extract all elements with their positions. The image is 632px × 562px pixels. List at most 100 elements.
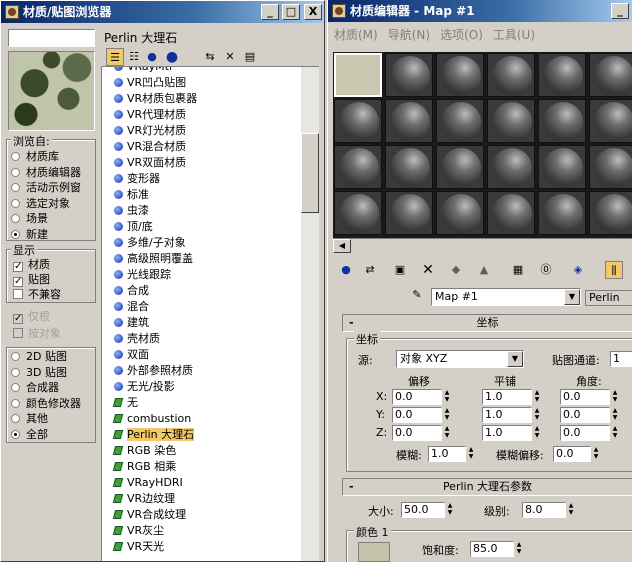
scroll-left-icon[interactable]: ◀ [333,239,351,253]
pick-material-icon[interactable]: ✎ [408,286,426,304]
sample-slot[interactable] [334,53,382,97]
perlin-rollout-header[interactable]: - Perlin 大理石参数 [342,478,632,496]
blur-offset-spinner-icon[interactable]: ▲ ▼ [591,446,601,462]
spinner-icon[interactable]: ▲ ▼ [532,389,542,405]
left-title-bar[interactable]: 材质/贴图浏览器 _ □ X [1,1,324,23]
spinner-icon[interactable]: ▲ ▼ [532,407,542,423]
offset-input[interactable]: 0.0 [392,389,442,405]
source-dropdown[interactable]: 对象 XYZ ▼ [396,350,524,368]
list-item[interactable]: RGB 染色 [112,443,176,459]
list-item[interactable]: VR凹凸贴图 [114,75,186,91]
blur-offset-input[interactable]: 0.0 [553,446,591,462]
small-icons-icon[interactable]: ● [143,48,161,66]
offset-input[interactable]: 0.0 [392,425,442,441]
show-option[interactable]: ✓ 贴图 [13,272,50,288]
assign-material-icon[interactable]: ▣ [391,261,409,279]
get-material-icon[interactable]: ● [337,261,355,279]
delete-icon[interactable]: ✕ [221,48,239,66]
browse-from-option[interactable]: 材质编辑器 [11,165,81,181]
list-item[interactable]: VR混合材质 [114,139,186,155]
list-item[interactable]: VR合成纹理 [112,507,186,523]
menu-item[interactable]: 导航(N) [388,28,430,42]
put-to-scene-icon[interactable]: ⇄ [361,261,379,279]
make-copy-icon[interactable]: ◆ [447,261,465,279]
levels-spinner-icon[interactable]: ▲ ▼ [566,502,576,518]
list-item[interactable]: 虫漆 [114,203,149,219]
minimize-button[interactable]: _ [261,4,279,20]
sample-slot[interactable] [487,191,535,235]
spinner-icon[interactable]: ▲ ▼ [610,407,620,423]
sample-slot[interactable] [334,191,382,235]
sample-slot[interactable] [385,99,433,143]
list-item[interactable]: 变形器 [114,171,160,187]
menu-item[interactable]: 材质(M) [334,28,378,42]
spinner-icon[interactable]: ▲ ▼ [442,407,452,423]
sample-slot[interactable] [538,145,586,189]
sample-slot[interactable] [436,191,484,235]
list-item[interactable]: VR灯光材质 [114,123,186,139]
view-list-icon[interactable]: ☰ [106,48,124,66]
sample-slot[interactable] [385,191,433,235]
sample-slot[interactable] [538,53,586,97]
sample-slot[interactable] [589,191,632,235]
close-button[interactable]: X [304,4,322,20]
list-item[interactable]: 光线跟踪 [114,267,171,283]
tiling-input[interactable]: 1.0 [482,407,532,423]
list-item[interactable]: combustion [112,411,191,427]
reset-map-icon[interactable]: ✕ [419,261,437,279]
list-item[interactable]: VRayHDRI [112,475,183,491]
browse-from-option[interactable]: 场景 [11,211,48,227]
menu-item[interactable]: 工具(U) [493,28,535,42]
clear-icon[interactable]: ▤ [241,48,259,66]
sample-slot[interactable] [589,99,632,143]
show-map-icon[interactable]: ◈ [569,261,587,279]
spinner-icon[interactable]: ▲ ▼ [442,425,452,441]
sample-slot[interactable] [487,53,535,97]
size-input[interactable]: 50.0 [401,502,445,518]
sample-slot[interactable] [589,145,632,189]
sample-slot[interactable] [538,99,586,143]
sample-slot[interactable] [334,145,382,189]
list-item[interactable]: 合成 [114,283,149,299]
list-item[interactable]: 顶/底 [114,219,153,235]
right-title-bar[interactable]: 材质编辑器 - Map #1 _ [328,0,632,22]
sample-slot[interactable] [436,145,484,189]
tiling-input[interactable]: 1.0 [482,389,532,405]
sample-slot[interactable] [487,145,535,189]
make-unique-icon[interactable]: ▲ [475,261,493,279]
list-item[interactable]: 混合 [114,299,149,315]
map-filter-option[interactable]: 其他 [11,411,48,427]
list-item[interactable]: VR天光 [112,539,164,555]
spinner-icon[interactable]: ▲ ▼ [610,389,620,405]
browse-from-option[interactable]: 材质库 [11,149,59,165]
sample-slot[interactable] [436,99,484,143]
right-minimize-button[interactable]: _ [611,3,629,19]
angle-input[interactable]: 0.0 [560,425,610,441]
spinner-icon[interactable]: ▲ ▼ [442,389,452,405]
saturation-spinner-icon[interactable]: ▲ ▼ [514,541,524,557]
map-filter-option[interactable]: 3D 贴图 [11,365,67,381]
spinner-icon[interactable]: ▲ ▼ [610,425,620,441]
levels-input[interactable]: 8.0 [522,502,566,518]
map-filter-option[interactable]: 颜色修改器 [11,396,81,412]
show-option[interactable]: 不兼容 [13,287,61,303]
map-filter-option[interactable]: 合成器 [11,380,59,396]
list-item[interactable]: 无光/投影 [114,379,175,395]
coords-rollout-header[interactable]: - 坐标 [342,314,632,332]
map-type-button[interactable]: Perlin [585,290,632,306]
sample-slot[interactable] [487,99,535,143]
sample-slot[interactable] [385,145,433,189]
list-item[interactable]: VR边纹理 [112,491,175,507]
size-spinner-icon[interactable]: ▲ ▼ [445,502,455,518]
color1-swatch[interactable] [358,542,390,562]
menu-item[interactable]: 选项(O) [440,28,483,42]
list-item[interactable]: 建筑 [114,315,149,331]
blur-input[interactable]: 1.0 [428,446,466,462]
large-icons-icon[interactable]: ● [163,48,181,66]
angle-input[interactable]: 0.0 [560,389,610,405]
material-id-icon[interactable]: ⓪ [537,261,555,279]
slots-scrollbar[interactable]: ◀ [333,238,632,253]
sample-slot[interactable] [436,53,484,97]
map-channel-input[interactable]: 1 [610,351,632,367]
map-filter-option[interactable]: 2D 贴图 [11,349,67,365]
